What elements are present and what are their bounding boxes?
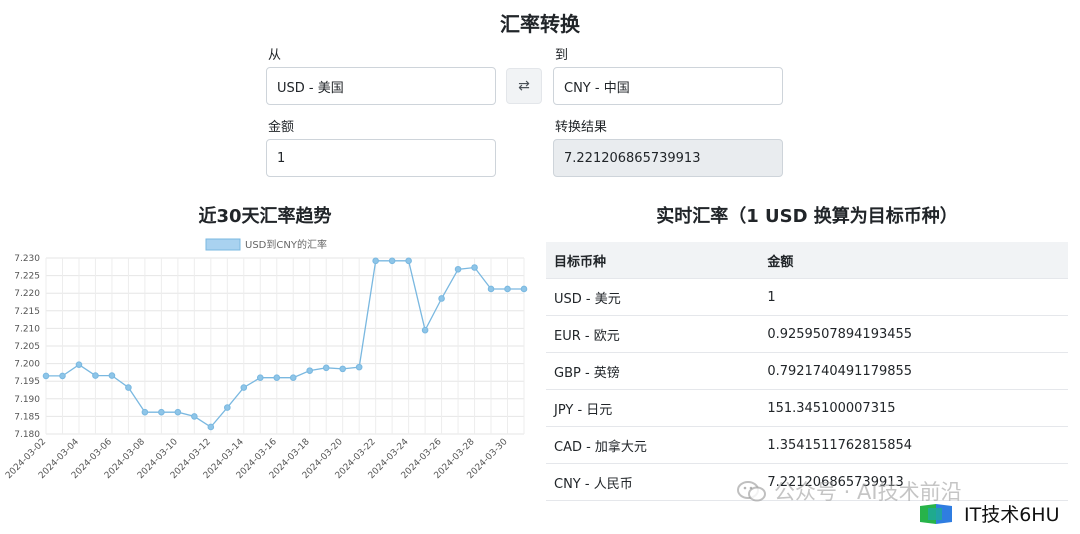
data-point	[174, 408, 182, 416]
data-point	[421, 326, 429, 334]
column-header-currency: 目标币种	[546, 242, 750, 279]
swap-button[interactable]: ⇄	[506, 68, 542, 104]
it-logo-icon	[920, 503, 952, 524]
data-point	[487, 285, 495, 293]
chart-series	[42, 257, 528, 431]
data-point	[92, 372, 99, 379]
table-row: CAD - 加拿大元 1.3541511762815854	[546, 426, 1068, 464]
y-tick-label: 7.190	[14, 395, 40, 405]
data-point	[59, 372, 66, 380]
data-point	[125, 384, 132, 391]
from-label: 从	[268, 48, 282, 63]
amount-value: 1	[277, 150, 286, 166]
legend-label: USD到CNY的汇率	[245, 238, 327, 251]
data-point	[306, 367, 314, 374]
data-point	[273, 374, 281, 381]
data-point	[405, 257, 412, 265]
currency-cell: EUR - 欧元	[546, 315, 750, 353]
chart-grid	[45, 257, 525, 435]
to-label: 到	[555, 48, 569, 63]
data-point	[224, 404, 231, 411]
data-point	[504, 285, 511, 293]
data-point	[256, 374, 264, 381]
data-point	[158, 408, 165, 416]
amount-cell: 1.3541511762815854	[749, 426, 1068, 464]
column-header-amount: 金额	[749, 242, 1068, 279]
currency-cell: JPY - 日元	[546, 389, 750, 427]
data-point	[240, 384, 248, 391]
y-tick-label: 7.195	[14, 377, 40, 387]
swap-icon: ⇄	[518, 78, 530, 94]
amount-label: 金额	[268, 120, 295, 135]
data-point	[388, 257, 396, 265]
amount-cell: 151.345100007315	[749, 389, 1068, 427]
y-tick-label: 7.180	[14, 430, 40, 440]
currency-cell: USD - 美元	[546, 278, 750, 316]
y-tick-label: 7.205	[14, 342, 40, 352]
data-point	[191, 413, 198, 420]
data-point	[372, 257, 379, 265]
y-tick-label: 7.200	[14, 360, 40, 370]
data-point	[322, 364, 330, 372]
rates-title: 实时汇率（1 USD 换算为目标币种）	[656, 206, 958, 227]
amount-cell: 1	[749, 278, 1068, 316]
result-value: 7.221206865739913	[564, 150, 701, 166]
table-row: JPY - 日元 151.345100007315	[546, 389, 1068, 427]
amount-cell: 0.7921740491179855	[749, 352, 1068, 390]
result-label: 转换结果	[555, 120, 608, 135]
data-point	[520, 285, 528, 293]
y-tick-label: 7.185	[14, 412, 40, 422]
table-row: EUR - 欧元 0.9259507894193455	[546, 315, 1068, 353]
legend-swatch	[205, 238, 241, 251]
chart-y-axis: 7.230 7.225 7.220 7.215 7.210 7.205 7.200 7.195…	[14, 254, 40, 440]
to-currency-select[interactable]: CNY - 中国	[553, 67, 783, 105]
currency-cell: CNY - 人民币	[546, 463, 750, 501]
chart-x-axis: 2024-03-022024-03-042024-03-062024-03-08…	[4, 437, 510, 481]
data-point	[207, 423, 215, 431]
y-tick-label: 7.225	[14, 272, 40, 282]
currency-cell: GBP - 英镑	[546, 352, 750, 390]
to-currency-value: CNY - 中国	[564, 80, 630, 96]
data-point	[339, 365, 346, 373]
from-currency-select[interactable]: USD - 美国	[266, 67, 496, 105]
trend-title: 近30天汇率趋势	[198, 206, 332, 227]
data-point	[471, 264, 478, 271]
table-row: GBP - 英镑 0.7921740491179855	[546, 352, 1068, 390]
wechat-icon	[737, 481, 766, 502]
table-header-row: 目标币种 金额	[546, 242, 1068, 279]
data-point	[108, 372, 116, 379]
data-point	[141, 408, 149, 416]
data-point	[454, 265, 462, 273]
table-row: USD - 美元 1	[546, 278, 1068, 316]
y-tick-label: 7.215	[14, 307, 40, 317]
result-field: 7.221206865739913	[553, 139, 783, 177]
logo-text: IT技术6HU	[964, 504, 1060, 526]
data-point	[355, 363, 363, 371]
brand-logo: IT技术6HU	[918, 500, 1060, 527]
data-point	[438, 295, 445, 302]
y-tick-label: 7.220	[14, 289, 40, 299]
currency-converter-page: 汇率转换 从 USD - 美国 ⇄ 到 CNY - 中国 金额 1 转换结果 7…	[0, 0, 1080, 534]
data-point	[75, 361, 83, 368]
series-line	[46, 260, 524, 428]
currency-cell: CAD - 加拿大元	[546, 426, 750, 464]
data-point	[42, 372, 50, 380]
amount-input[interactable]: 1	[266, 139, 496, 177]
y-tick-label: 7.210	[14, 324, 40, 334]
rate-trend-chart: USD到CNY的汇率 7.230 7.225 7.220 7.215 7.210 7.20…	[4, 238, 528, 481]
y-tick-label: 7.230	[14, 254, 40, 264]
rates-table: 目标币种 金额 USD - 美元 1 EUR - 欧元 0.9259507894…	[546, 242, 1068, 501]
chart-legend: USD到CNY的汇率	[205, 238, 327, 251]
amount-cell: 0.9259507894193455	[749, 315, 1068, 353]
page-title: 汇率转换	[500, 12, 580, 36]
data-point	[289, 374, 297, 381]
from-currency-value: USD - 美国	[277, 80, 344, 96]
